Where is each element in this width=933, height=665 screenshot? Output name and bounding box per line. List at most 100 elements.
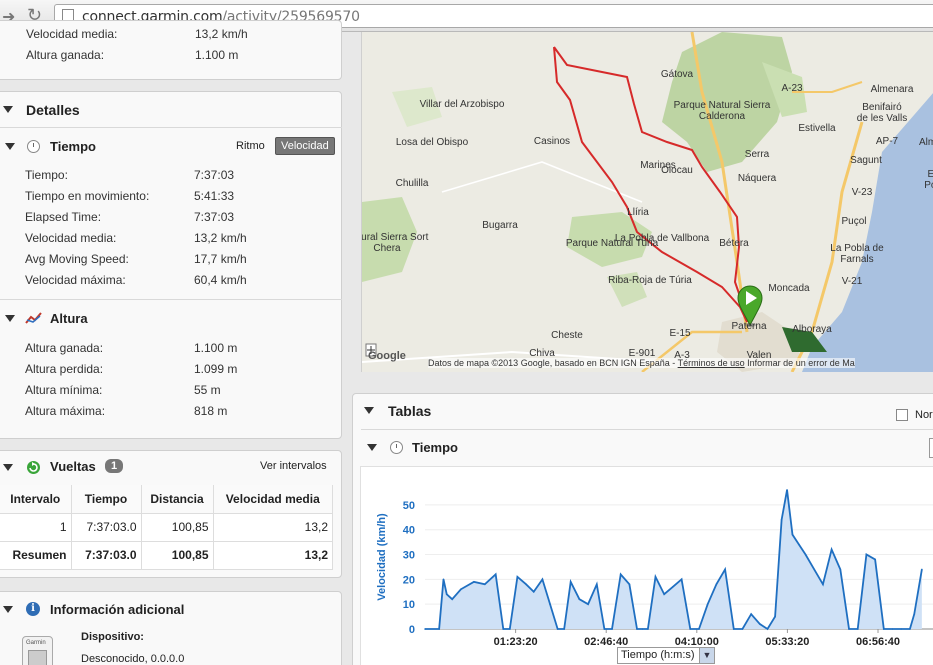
map-place-label: Cheste [551, 330, 583, 341]
y-tick-label: 50 [403, 500, 415, 512]
map-place-label: Parque Natural Sierra Calderona [673, 100, 771, 122]
speed-chart[interactable]: 0 10 20 30 40 50 01:23:20 02:46:40 04:10:00 05:33… [361, 467, 933, 647]
map-place-label: Casinos [533, 136, 571, 147]
route-map[interactable]: Gátova A-23 Almenara Villar del Arzobispo Pa… [361, 32, 933, 372]
collapse-time-icon[interactable] [5, 143, 15, 150]
table-header[interactable]: Tiempo [71, 485, 142, 514]
map-place-label: Losa del Obispo [395, 137, 469, 148]
laps-icon [27, 461, 40, 474]
time-stat-value: 13,2 km/h [194, 231, 247, 245]
data-point [494, 573, 497, 576]
data-point [698, 628, 700, 630]
chart-menu-button[interactable] [929, 438, 933, 458]
collapse-laps-icon[interactable] [3, 464, 13, 471]
collapse-chart-icon[interactable] [367, 444, 377, 451]
data-point [791, 533, 794, 536]
data-point [672, 585, 674, 588]
map-place-label: Natural Sierra Sort Chera [361, 232, 429, 254]
table-cell: 1 [0, 513, 72, 542]
chart-section-title: Tiempo [412, 440, 458, 455]
speed-toggle-button[interactable]: Velocidad [275, 137, 335, 155]
data-point [780, 518, 783, 521]
pace-toggle-button[interactable]: Ritmo [231, 138, 270, 154]
x-tick-label: 06:56:40 [856, 636, 900, 647]
map-place-label: Almenara [870, 84, 914, 95]
elevation-stat-value: 55 m [194, 383, 221, 397]
avg-speed-label: Velocidad media: [26, 27, 118, 41]
map-place-label: Almar [918, 137, 933, 148]
table-header[interactable]: Velocidad media [213, 485, 333, 514]
data-point [509, 628, 511, 630]
data-point [611, 628, 613, 630]
data-point [438, 628, 440, 630]
data-point [619, 573, 622, 576]
speed-chart-container: 0 10 20 30 40 50 01:23:20 02:46:40 04:10:00 05:33… [360, 466, 933, 665]
data-point [563, 628, 565, 630]
terms-link[interactable]: Términos de uso [678, 358, 745, 368]
collapse-tables-icon[interactable] [364, 407, 374, 414]
time-stat-value: 60,4 km/h [194, 273, 247, 287]
table-row[interactable]: 1 7:37:03.0 100,85 13,2 [0, 513, 333, 542]
normalize-checkbox[interactable] [896, 409, 908, 421]
data-point [921, 568, 923, 571]
data-point [741, 628, 744, 630]
collapse-details-icon[interactable] [3, 106, 13, 113]
collapse-elevation-icon[interactable] [5, 315, 15, 322]
time-stat-value: 7:37:03 [194, 168, 235, 182]
map-place-label: Villar del Arzobispo [419, 99, 505, 110]
map-place-label: Alboraya [792, 324, 832, 335]
map-place-label: Marines [640, 160, 676, 171]
x-axis-select-value: Tiempo (h:m:s) [621, 649, 695, 661]
y-tick-label: 10 [403, 599, 415, 611]
google-logo[interactable]: Google [368, 350, 406, 362]
data-point [603, 628, 606, 630]
data-point [595, 583, 598, 586]
data-point [848, 628, 850, 630]
x-tick-label: 04:10:00 [675, 636, 719, 647]
map-place-label: La Pobla de Farnals [830, 243, 884, 265]
chevron-down-icon[interactable]: ▼ [699, 648, 714, 663]
data-point [549, 603, 551, 605]
device-label: Dispositivo: [81, 631, 144, 643]
data-point [473, 581, 475, 583]
y-tick-label: 40 [403, 525, 415, 537]
data-point [442, 578, 445, 581]
map-place-label: V-21 [841, 276, 863, 287]
data-point [732, 628, 735, 630]
map-canvas [362, 32, 933, 372]
time-stat-label: Velocidad media: [25, 231, 117, 245]
time-section-title: Tiempo [50, 139, 96, 154]
data-point [460, 588, 462, 591]
data-point [628, 583, 631, 586]
table-cell: 7:37:03.0 [71, 541, 142, 570]
map-place-label: AP-7 [875, 136, 899, 147]
data-point [663, 593, 665, 596]
y-axis-title: Velocidad (km/h) [376, 513, 388, 601]
table-header[interactable]: Intervalo [0, 485, 72, 514]
data-point [541, 578, 544, 581]
x-tick-label: 02:46:40 [584, 636, 628, 647]
data-point [587, 603, 589, 605]
laps-table: Intervalo Tiempo Distancia Velocidad med… [0, 485, 333, 570]
report-error-link[interactable]: Informar de un error de Ma [747, 358, 855, 368]
table-header[interactable]: Distancia [141, 485, 214, 514]
data-point [913, 613, 916, 615]
clock-icon [27, 140, 40, 153]
map-place-label: Bétera [719, 238, 749, 249]
data-point [483, 583, 486, 586]
elevation-section-title: Altura [50, 311, 88, 326]
view-intervals-link[interactable]: Ver intervalos [260, 460, 327, 472]
time-stat-label: Elapsed Time: [25, 210, 102, 224]
map-place-label: La Pobla de Vallbona [614, 233, 710, 244]
map-place-label: Paterna [731, 321, 767, 332]
map-place-label: Serra [744, 149, 770, 160]
map-place-label: Estivella [798, 123, 836, 134]
table-cell: 13,2 [213, 513, 333, 542]
laps-title: Vueltas [50, 459, 96, 474]
data-point [532, 590, 535, 593]
data-point [774, 615, 776, 618]
data-point [822, 583, 824, 586]
x-axis-select[interactable]: Tiempo (h:m:s) ▼ [617, 647, 715, 664]
table-cell: 100,85 [141, 541, 214, 570]
collapse-info-icon[interactable] [3, 606, 13, 613]
